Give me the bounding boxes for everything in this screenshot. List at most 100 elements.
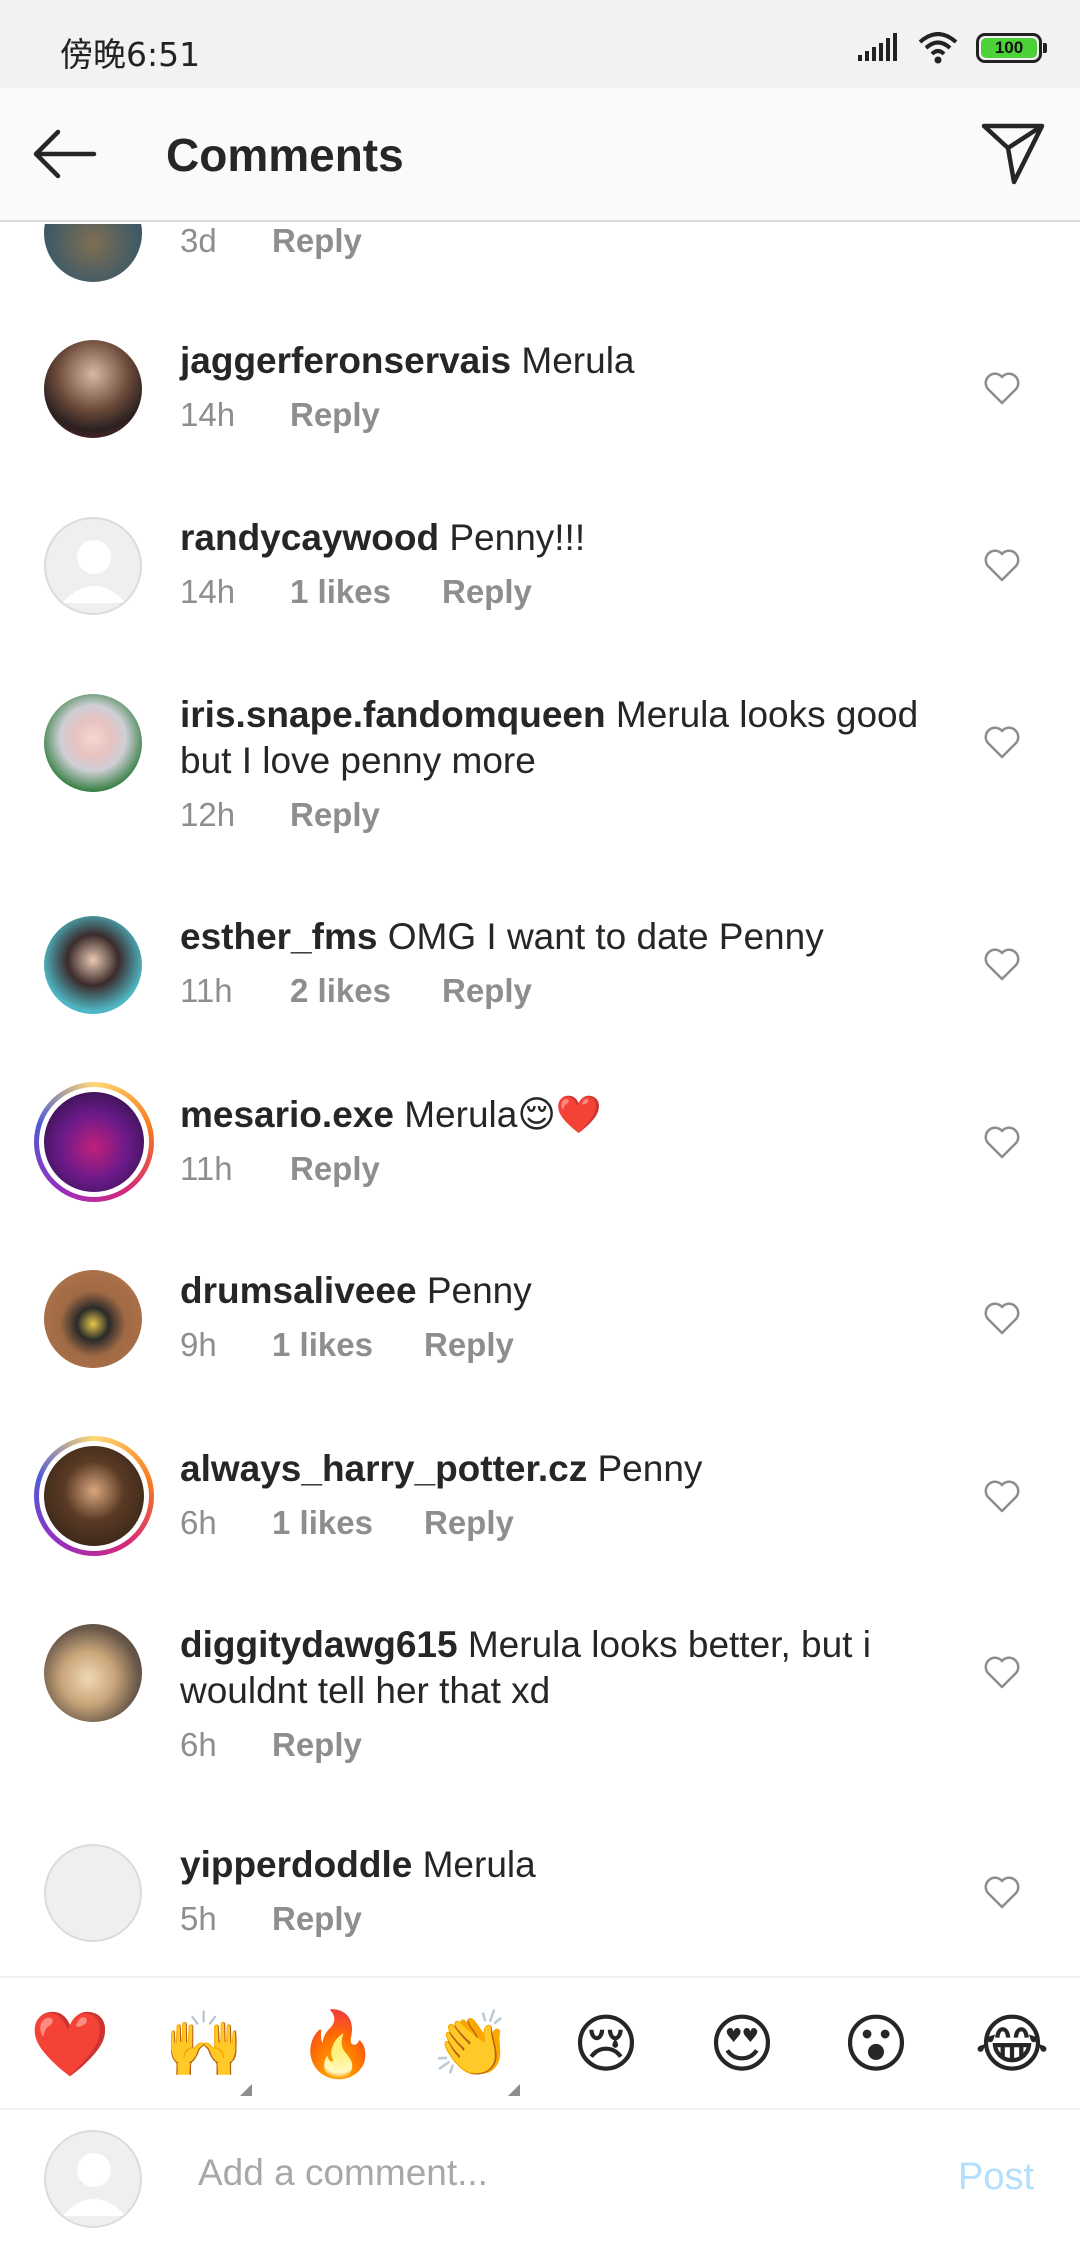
- avatar[interactable]: [44, 340, 142, 438]
- comment-text: iris.snape.fandomqueen Merula looks good…: [180, 692, 940, 784]
- comment-meta: 14h 1 likes Reply: [180, 573, 532, 611]
- heart-icon[interactable]: [982, 545, 1022, 585]
- avatar[interactable]: [44, 224, 142, 282]
- comment-text: drumsaliveee Penny: [180, 1268, 940, 1314]
- comment-body: Penny: [597, 1448, 703, 1489]
- heart-icon[interactable]: [982, 1122, 1022, 1162]
- avatar[interactable]: [44, 916, 142, 1014]
- comment-time: 11h: [180, 972, 233, 1009]
- comment-meta: 11h 2 likes Reply: [180, 972, 532, 1010]
- avatar[interactable]: [44, 694, 142, 792]
- comment-meta: 11h Reply: [180, 1150, 380, 1188]
- heart-icon[interactable]: [982, 1652, 1022, 1692]
- comment-username[interactable]: mesario.exe: [180, 1094, 394, 1135]
- reply-button[interactable]: Reply: [290, 1150, 380, 1188]
- paper-plane-icon[interactable]: [978, 118, 1048, 188]
- avatar[interactable]: [44, 1270, 142, 1368]
- comment-time: 6h: [180, 1726, 217, 1763]
- comment-input[interactable]: [198, 2152, 898, 2194]
- reply-button[interactable]: Reply: [272, 224, 362, 260]
- comment-body: Merula: [521, 340, 635, 381]
- comment-username[interactable]: jaggerferonservais: [180, 340, 511, 381]
- page-title: Comments: [166, 129, 404, 181]
- comment-likes[interactable]: 1 likes: [272, 1326, 424, 1364]
- comment-username[interactable]: drumsaliveee: [180, 1270, 417, 1311]
- avatar[interactable]: [44, 1624, 142, 1722]
- comments-list[interactable]: 3d Reply jaggerferonservais Merula 14h R…: [0, 224, 1080, 1976]
- reply-button[interactable]: Reply: [424, 1326, 514, 1364]
- post-button[interactable]: Post: [958, 2156, 1034, 2199]
- comment-time: 5h: [180, 1900, 217, 1937]
- comment-body: Penny: [426, 1270, 532, 1311]
- comment-bar: Post: [0, 2110, 1080, 2248]
- status-icons: 100: [858, 30, 1047, 66]
- heart-icon[interactable]: [982, 368, 1022, 408]
- reply-button[interactable]: Reply: [290, 796, 380, 834]
- comment-time: 14h: [180, 396, 236, 433]
- comment-text: diggitydawg615 Merula looks better, but …: [180, 1622, 940, 1714]
- comment-username[interactable]: yipperdoddle: [180, 1844, 412, 1885]
- comment-meta: 5h Reply: [180, 1900, 362, 1938]
- comment-time: 6h: [180, 1504, 217, 1541]
- heart-eyes-emoji-button[interactable]: 😍: [704, 2006, 780, 2082]
- reply-button[interactable]: Reply: [424, 1504, 514, 1542]
- avatar: [44, 2130, 142, 2228]
- comment-meta: 9h 1 likes Reply: [180, 1326, 514, 1364]
- reply-button[interactable]: Reply: [290, 396, 380, 434]
- comment-text: mesario.exe Merula😌❤️: [180, 1092, 940, 1138]
- avatar[interactable]: [44, 517, 142, 615]
- comment-text: yipperdoddle Merula: [180, 1842, 940, 1888]
- laughing-emoji-button[interactable]: 😂: [974, 2006, 1050, 2082]
- surprised-emoji-button[interactable]: 😮: [838, 2006, 914, 2082]
- battery-icon: 100: [976, 33, 1047, 63]
- comment-meta: 3d Reply: [180, 224, 362, 260]
- reply-button[interactable]: Reply: [272, 1726, 362, 1764]
- comment-time: 14h: [180, 573, 236, 610]
- wifi-icon: [918, 32, 958, 64]
- back-arrow-icon[interactable]: [28, 124, 100, 184]
- skin-tone-indicator: [508, 2084, 520, 2096]
- avatar[interactable]: [44, 1844, 142, 1942]
- fire-emoji-button[interactable]: 🔥: [298, 2006, 378, 2082]
- avatar[interactable]: [34, 1436, 154, 1556]
- comment-username[interactable]: randycaywood: [180, 517, 439, 558]
- comment-text: jaggerferonservais Merula: [180, 338, 940, 384]
- reply-button[interactable]: Reply: [442, 972, 532, 1010]
- comment-username[interactable]: always_harry_potter.cz: [180, 1448, 587, 1489]
- comment-time: 9h: [180, 1326, 217, 1363]
- emoji-bar: ❤️ 🙌 🔥 👏 😢 😍 😮 😂: [0, 1976, 1080, 2110]
- heart-emoji-button[interactable]: ❤️: [30, 2006, 110, 2082]
- comment-likes[interactable]: 2 likes: [290, 972, 442, 1010]
- crying-emoji-button[interactable]: 😢: [568, 2006, 644, 2082]
- raising-hands-emoji-button[interactable]: 🙌: [164, 2006, 244, 2082]
- comment-text: always_harry_potter.cz Penny: [180, 1446, 940, 1492]
- signal-icon: [858, 33, 897, 61]
- comment-username[interactable]: iris.snape.fandomqueen: [180, 694, 606, 735]
- comment-username[interactable]: esther_fms: [180, 916, 377, 957]
- comment-meta: 12h Reply: [180, 796, 380, 834]
- heart-icon[interactable]: [982, 722, 1022, 762]
- comment-meta: 6h 1 likes Reply: [180, 1504, 514, 1542]
- skin-tone-indicator: [240, 2084, 252, 2096]
- clapping-emoji-button[interactable]: 👏: [432, 2006, 512, 2082]
- heart-icon[interactable]: [982, 944, 1022, 984]
- comment-body: Merula😌❤️: [404, 1094, 602, 1135]
- comment-meta: 14h Reply: [180, 396, 380, 434]
- heart-icon[interactable]: [982, 1298, 1022, 1338]
- comment-likes[interactable]: 1 likes: [272, 1504, 424, 1542]
- comment-body: Penny!!!: [449, 517, 586, 558]
- comment-time: 12h: [180, 796, 236, 833]
- comment-username[interactable]: diggitydawg615: [180, 1624, 458, 1665]
- heart-icon[interactable]: [982, 1872, 1022, 1912]
- comment-body: OMG I want to date Penny: [387, 916, 824, 957]
- comment-text: randycaywood Penny!!!: [180, 515, 940, 561]
- comment-body: Merula: [422, 1844, 536, 1885]
- avatar[interactable]: [34, 1082, 154, 1202]
- comment-likes[interactable]: 1 likes: [290, 573, 442, 611]
- comment-time: 11h: [180, 1150, 233, 1187]
- heart-icon[interactable]: [982, 1476, 1022, 1516]
- comment-text: esther_fms OMG I want to date Penny: [180, 914, 940, 960]
- reply-button[interactable]: Reply: [442, 573, 532, 611]
- comment-time: 3d: [180, 224, 217, 259]
- reply-button[interactable]: Reply: [272, 1900, 362, 1938]
